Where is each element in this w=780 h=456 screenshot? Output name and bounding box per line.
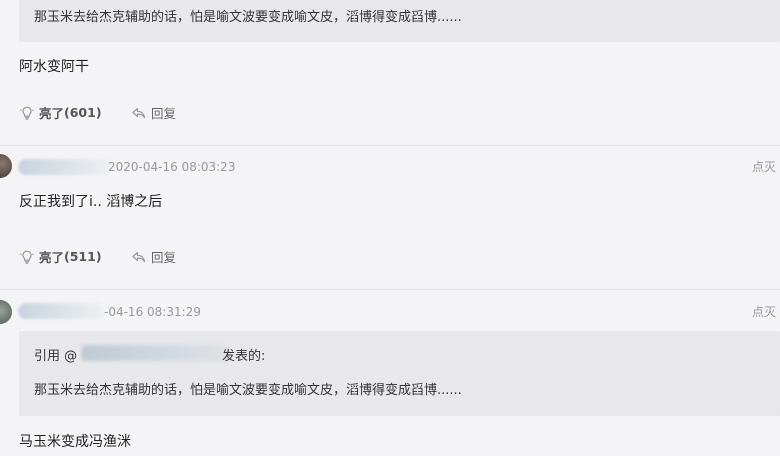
comment-time: -04-16 08:31:29 (104, 305, 201, 319)
comment-time: 2020-04-16 08:03:23 (108, 160, 236, 174)
username-blurred[interactable] (18, 303, 104, 319)
divider (0, 145, 780, 146)
like-label: 亮了 (39, 250, 65, 265)
report-button[interactable]: 点灭 (752, 158, 776, 175)
like-button[interactable]: 亮了 (511) (19, 247, 102, 266)
quote-suffix: 发表的: (222, 349, 266, 364)
report-button[interactable]: 点灭 (752, 303, 776, 320)
avatar[interactable] (0, 300, 12, 324)
username-blurred[interactable] (18, 159, 112, 175)
like-count: (601) (64, 105, 102, 120)
quote-text: 那玉米去给杰克辅助的话，怕是喻文波要变成喻文皮，滔博得变成舀博...... (34, 10, 462, 25)
comment-text: 马玉米变成冯渔洣 (19, 434, 131, 450)
reply-button[interactable]: 回复 (131, 247, 176, 266)
quote-box: 引用 @ 发表的: 那玉米去给杰克辅助的话，怕是喻文波要变成喻文皮，滔博得变成舀… (19, 331, 780, 416)
quoted-username-blurred[interactable] (81, 345, 229, 361)
reply-button[interactable]: 回复 (131, 103, 176, 122)
quote-prefix: 引用 @ (34, 349, 78, 364)
comment-text: 阿水变阿干 (19, 59, 89, 75)
divider (0, 289, 780, 290)
quote-box: 那玉米去给杰克辅助的话，怕是喻文波要变成喻文皮，滔博得变成舀博...... (19, 0, 780, 42)
like-button[interactable]: 亮了 (601) (19, 103, 102, 122)
avatar[interactable] (0, 154, 12, 178)
lightbulb-icon (19, 105, 35, 121)
lightbulb-icon (19, 249, 35, 265)
reply-label: 回复 (151, 250, 177, 265)
reply-arrow-icon (131, 249, 147, 265)
like-label: 亮了 (39, 106, 65, 121)
reply-label: 回复 (151, 106, 177, 121)
comment-text: 反正我到了i.. 滔博之后 (19, 194, 163, 210)
reply-arrow-icon (131, 105, 147, 121)
quote-text: 那玉米去给杰克辅助的话，怕是喻文波要变成喻文皮，滔博得变成舀博...... (34, 383, 462, 398)
like-count: (511) (64, 249, 102, 264)
